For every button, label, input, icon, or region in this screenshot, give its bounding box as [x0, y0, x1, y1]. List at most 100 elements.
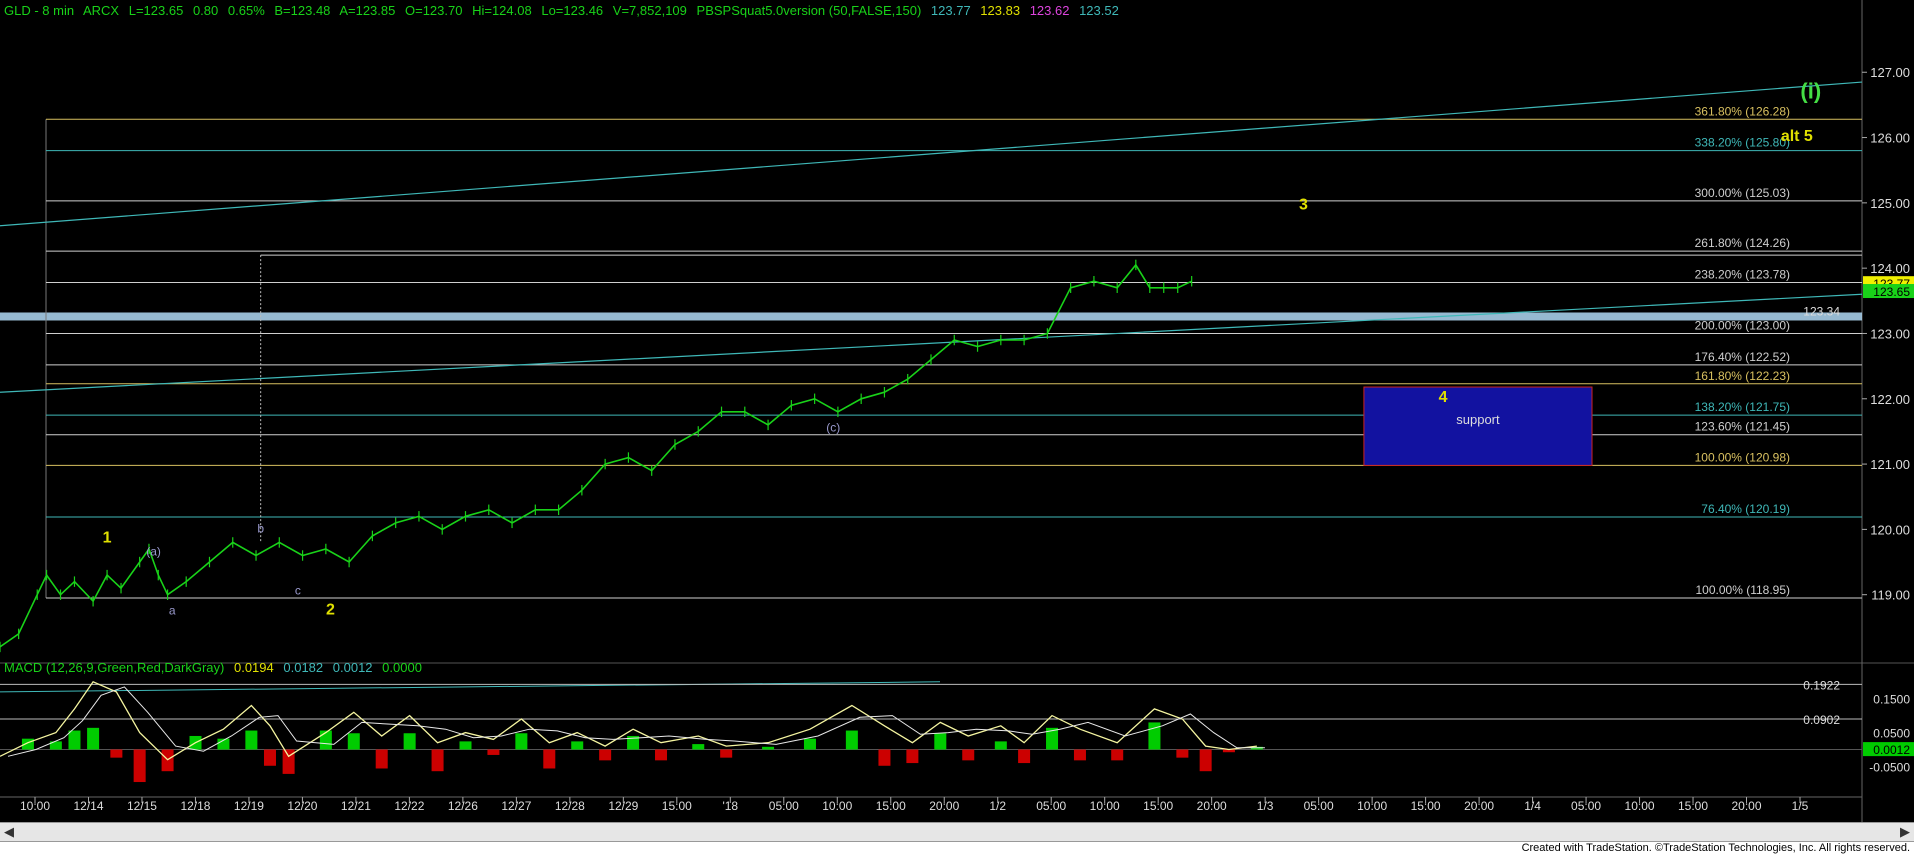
- macd-histogram-bar: [962, 749, 975, 761]
- x-tick-label: 15:00: [1411, 799, 1441, 813]
- fib-level-label: 100.00% (118.95): [1695, 583, 1790, 597]
- x-tick-label: 12/21: [341, 799, 371, 813]
- indicator-value-3: 123.62: [1029, 3, 1070, 18]
- macd-histogram-bar: [403, 733, 416, 750]
- x-tick-label: 1/5: [1792, 799, 1809, 813]
- macd-histogram-bar: [803, 738, 816, 750]
- macd-value-4: 0.0000: [382, 660, 422, 675]
- x-tick-label: 10:00: [1357, 799, 1387, 813]
- macd-tick-label: 0.0500: [1873, 727, 1910, 741]
- x-tick-label: 12/14: [73, 799, 103, 813]
- wave-label: (c): [826, 420, 840, 434]
- fib-level-label: 338.20% (125.80): [1695, 136, 1790, 150]
- macd-histogram-bar: [347, 733, 360, 750]
- high-price: Hi=124.08: [472, 3, 532, 18]
- last-price-tag-label: 123.65: [1873, 285, 1910, 299]
- x-tick-label: 12/22: [394, 799, 424, 813]
- scroll-left-arrow-icon[interactable]: ◀: [4, 824, 14, 840]
- fib-level-label: 176.40% (122.52): [1695, 350, 1790, 364]
- volume-value: V=7,852,109: [612, 3, 687, 18]
- change-value: 0.80: [192, 3, 219, 18]
- indicator-name: PBSPSquat5.0version (50,FALSE,150): [696, 3, 922, 18]
- x-tick-label: 10:00: [1090, 799, 1120, 813]
- x-tick-label: 12/29: [608, 799, 638, 813]
- wave-label: 4: [1439, 389, 1448, 406]
- symbol-label: GLD - 8 min: [4, 3, 75, 18]
- fib-level-label: 300.00% (125.03): [1695, 186, 1790, 200]
- y-tick-label: 120.00: [1870, 522, 1910, 537]
- fib-level-label: 361.80% (126.28): [1695, 104, 1790, 118]
- y-tick-label: 125.00: [1870, 196, 1910, 211]
- macd-histogram-bar: [845, 730, 858, 750]
- macd-histogram-bar: [87, 727, 100, 750]
- macd-histogram-bar: [459, 741, 472, 750]
- x-tick-label: 05:00: [1304, 799, 1334, 813]
- y-tick-label: 119.00: [1871, 588, 1910, 603]
- macd-histogram-bar: [906, 749, 919, 764]
- macd-histogram-bar: [487, 749, 500, 755]
- fib-level-label: 123.60% (121.45): [1695, 420, 1790, 434]
- x-tick-label: 20:00: [929, 799, 959, 813]
- indicator-value-1: 123.77: [930, 3, 971, 18]
- macd-value-3: 0.0012: [332, 660, 373, 675]
- macd-histogram-bar: [110, 749, 123, 758]
- macd-histogram-bar: [431, 749, 444, 772]
- macd-histogram-bar: [599, 749, 612, 761]
- macd-tick-label: 0.1500: [1873, 693, 1910, 707]
- macd-trend-line: [0, 681, 941, 693]
- macd-histogram-bar: [1018, 749, 1031, 764]
- macd-histogram-bar: [68, 730, 81, 750]
- macd-tick-label: -0.0500: [1869, 760, 1910, 774]
- y-tick-label: 123.00: [1870, 326, 1910, 341]
- open-price: O=123.70: [404, 3, 463, 18]
- x-tick-label: 10:00: [1625, 799, 1655, 813]
- x-tick-label: 20:00: [1464, 799, 1494, 813]
- horizontal-scrollbar[interactable]: ◀ ▶: [0, 822, 1914, 842]
- macd-histogram-bar: [720, 749, 733, 758]
- fib-level-label: 161.80% (122.23): [1695, 369, 1790, 383]
- x-tick-label: 12/28: [555, 799, 585, 813]
- upper-trend-line: [0, 81, 1863, 227]
- x-tick-label: 12/19: [234, 799, 264, 813]
- macd-histogram-bar: [1176, 749, 1189, 758]
- fib-level-label: 238.20% (123.78): [1695, 268, 1790, 282]
- x-tick-label: 12/20: [287, 799, 317, 813]
- x-tick-label: '18: [722, 799, 738, 813]
- wave-label: 1: [103, 529, 112, 546]
- macd-histogram-bar: [375, 749, 388, 769]
- x-tick-label: 15:00: [662, 799, 692, 813]
- macd-histogram-bar: [1111, 749, 1124, 761]
- macd-histogram-bar: [762, 746, 775, 750]
- scroll-right-arrow-icon[interactable]: ▶: [1900, 824, 1910, 840]
- x-tick-label: 20:00: [1197, 799, 1227, 813]
- macd-histogram-bar: [319, 730, 332, 750]
- y-tick-label: 122.00: [1870, 392, 1910, 407]
- x-tick-label: 15:00: [876, 799, 906, 813]
- bid-price: B=123.48: [274, 3, 331, 18]
- macd-histogram-bar: [692, 744, 705, 750]
- macd-value-2: 0.0182: [283, 660, 324, 675]
- exchange-label: ARCX: [82, 3, 120, 18]
- x-tick-label: 12/27: [501, 799, 531, 813]
- wave-label: alt 5: [1781, 128, 1813, 145]
- y-tick-label: 127.00: [1870, 65, 1910, 80]
- macd-histogram-bar: [655, 749, 668, 761]
- low-price: Lo=123.46: [541, 3, 604, 18]
- macd-histogram-bar: [133, 749, 146, 783]
- ask-price: A=123.85: [339, 3, 396, 18]
- footer-credit: Created with TradeStation. ©TradeStation…: [1521, 842, 1910, 854]
- fib-level-label: 200.00% (123.00): [1695, 318, 1790, 332]
- fib-level-label: 261.80% (124.26): [1695, 236, 1790, 250]
- x-tick-label: 10:00: [20, 799, 50, 813]
- wave-label: 3: [1299, 196, 1308, 213]
- macd-histogram-bar: [1199, 749, 1212, 772]
- macd-label: MACD (12,26,9,Green,Red,DarkGray): [4, 660, 225, 675]
- last-price: L=123.65: [128, 3, 184, 18]
- y-tick-label: 124.00: [1870, 261, 1910, 276]
- price-chart[interactable]: 361.80% (126.28) 338.20% (125.80) 300.00% …: [0, 0, 1914, 856]
- support-label: support: [1456, 412, 1500, 427]
- wave-label: 2: [326, 601, 335, 618]
- chart-header: GLD - 8 min ARCX L=123.65 0.80 0.65% B=1…: [4, 3, 1125, 18]
- x-tick-label: 1/4: [1524, 799, 1541, 813]
- macd-histogram-bar: [543, 749, 556, 769]
